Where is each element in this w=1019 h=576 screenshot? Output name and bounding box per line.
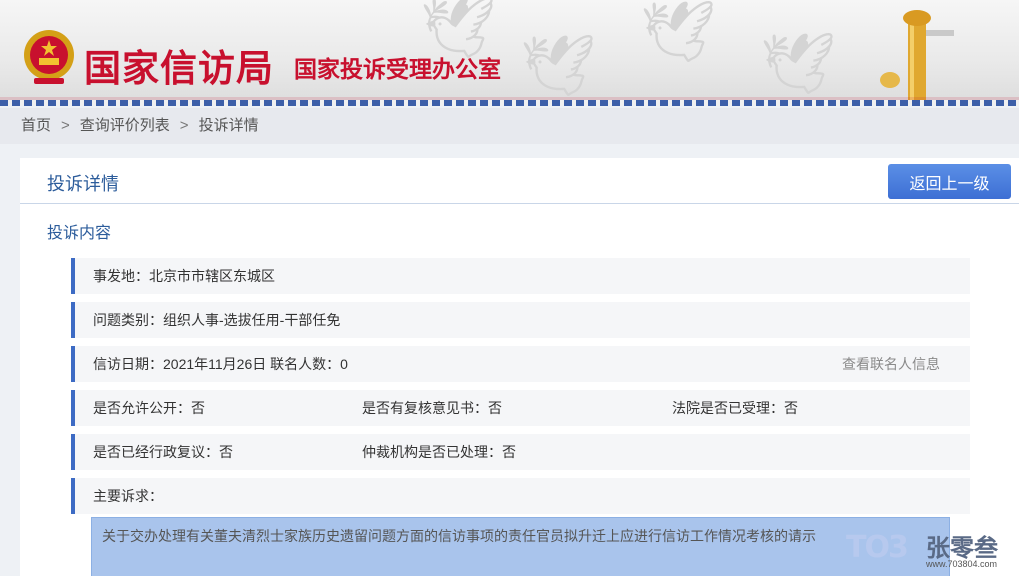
watermark: TO3 张零叁 www.703804.com: [846, 526, 1016, 572]
detail-row-status-2: 是否已经行政复议：否 仲裁机构是否已处理：否: [71, 434, 970, 470]
arbitration-text: 仲裁机构是否已处理：否: [362, 444, 516, 460]
header-banner: 🕊 🕊 🕊 🕊 国家信访局 国家投诉受理办公室: [0, 0, 1019, 106]
section-title: 投诉内容: [47, 225, 112, 242]
page-title: 投诉详情: [47, 174, 119, 194]
watermark-url: www.703804.com: [926, 559, 998, 569]
breadcrumb-separator: >: [61, 117, 70, 134]
dove-decoration-icon: 🕊: [520, 31, 597, 101]
detail-row-status-1: 是否允许公开：否 是否有复核意见书：否 法院是否已受理：否: [71, 390, 970, 426]
detail-row-category: 问题类别：组织人事-选拔任用-干部任免: [71, 302, 970, 338]
detail-row-date: 信访日期：2021年11月26日 联名人数：0 查看联名人信息: [71, 346, 970, 382]
detail-row-location: 事发地：北京市市辖区东城区: [71, 258, 970, 294]
watermark-text: 张零叁: [926, 535, 998, 562]
huabiao-pillar-icon: [880, 10, 954, 104]
detail-row-main-request: 主要诉求：: [71, 478, 970, 514]
breadcrumb: 首页 > 查询评价列表 > 投诉详情: [0, 108, 1019, 144]
site-title: 国家信访局: [84, 48, 274, 89]
site-subtitle: 国家投诉受理办公室: [294, 56, 501, 82]
national-emblem-icon: [24, 30, 74, 84]
breadcrumb-home[interactable]: 首页: [21, 117, 51, 134]
breadcrumb-current: 投诉详情: [198, 117, 259, 134]
breadcrumb-query-list[interactable]: 查询评价列表: [80, 117, 170, 134]
court-accepted-text: 法院是否已受理：否: [672, 400, 798, 416]
main-request-label: 主要诉求：: [93, 488, 163, 504]
dove-decoration-icon: 🕊: [640, 0, 717, 67]
complaint-detail-card: 投诉详情 返回上一级 投诉内容 事发地：北京市市辖区东城区 问题类别：组织人事-…: [20, 158, 1019, 576]
banner-stripe: [0, 100, 1019, 106]
admin-reconsideration-text: 是否已经行政复议：否: [93, 444, 233, 460]
category-text: 问题类别：组织人事-选拔任用-干部任免: [93, 312, 341, 328]
card-header: 投诉详情 返回上一级: [20, 158, 1019, 204]
main-request-content: 关于交办处理有关董夫清烈士家族历史遗留问题方面的信访事项的责任官员拟升迁上应进行…: [91, 517, 950, 576]
review-opinion-text: 是否有复核意见书：否: [362, 400, 502, 416]
dove-decoration-icon: 🕊: [760, 29, 837, 99]
allow-public-text: 是否允许公开：否: [93, 400, 205, 416]
back-button[interactable]: 返回上一级: [888, 164, 1011, 199]
location-text: 事发地：北京市市辖区东城区: [93, 268, 275, 284]
view-cosigners-link[interactable]: 查看联名人信息: [842, 346, 940, 382]
watermark-logo: TO3: [846, 530, 909, 565]
date-count-text: 信访日期：2021年11月26日 联名人数：0: [93, 356, 348, 372]
breadcrumb-separator: >: [179, 117, 189, 134]
